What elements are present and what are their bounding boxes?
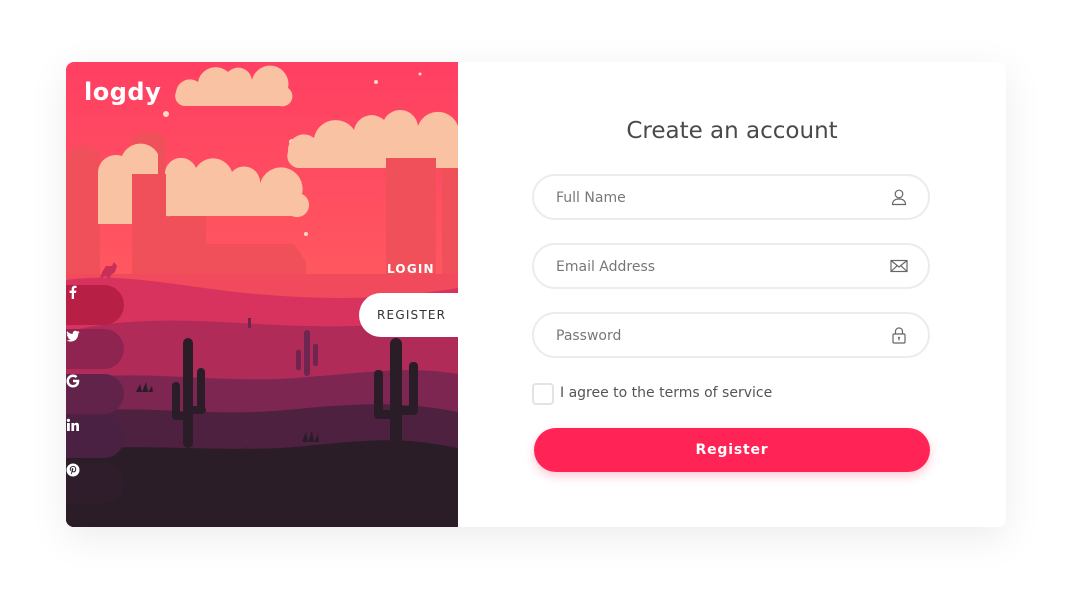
tab-register[interactable]: REGISTER <box>359 293 458 337</box>
social-button-twitter[interactable] <box>66 329 124 369</box>
email-input[interactable] <box>554 245 878 289</box>
full-name-input[interactable] <box>554 176 878 220</box>
google-icon <box>66 374 80 388</box>
user-icon <box>891 189 907 206</box>
illustration-panel: logdy LOGIN REGISTER <box>66 62 458 527</box>
full-name-field[interactable] <box>532 174 930 220</box>
social-button-pinterest[interactable] <box>66 463 124 503</box>
social-button-google[interactable] <box>66 374 124 414</box>
password-input[interactable] <box>554 314 878 358</box>
password-field[interactable] <box>532 312 930 358</box>
register-button[interactable]: Register <box>534 428 930 472</box>
facebook-icon <box>69 285 77 299</box>
brand-logo: logdy <box>84 78 162 106</box>
linkedin-icon <box>66 418 79 431</box>
lock-icon <box>892 327 906 344</box>
page-title: Create an account <box>626 118 838 144</box>
twitter-icon <box>66 330 80 342</box>
tab-login[interactable]: LOGIN <box>387 262 435 276</box>
terms-checkbox[interactable] <box>532 383 554 405</box>
auth-card: logdy LOGIN REGISTER Create an account F… <box>66 62 1006 527</box>
register-form: Create an account Full Name Email Addres… <box>458 62 1006 527</box>
terms-label[interactable]: I agree to the terms of service <box>560 385 772 401</box>
pinterest-icon <box>66 463 80 477</box>
social-button-facebook[interactable] <box>66 285 124 325</box>
envelope-icon <box>890 259 908 273</box>
email-field[interactable] <box>532 243 930 289</box>
social-button-linkedin[interactable] <box>66 418 124 458</box>
